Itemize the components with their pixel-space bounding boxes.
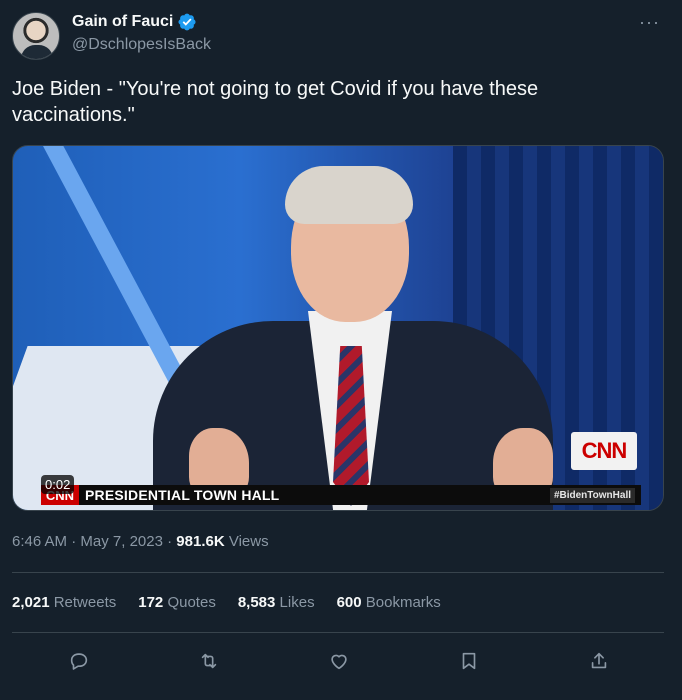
divider bbox=[12, 632, 664, 633]
stat-count: 2,021 bbox=[12, 594, 50, 611]
avatar[interactable] bbox=[12, 12, 60, 60]
share-icon[interactable] bbox=[586, 648, 612, 674]
stat-label: Likes bbox=[279, 594, 315, 611]
stat-count: 600 bbox=[336, 594, 362, 611]
video-player[interactable]: CNN CNN PRESIDENTIAL TOWN HALL #BidenTow… bbox=[12, 145, 664, 511]
video-timer: 0:02 bbox=[41, 475, 75, 494]
lower-third-hashtag: #BidenTownHall bbox=[549, 487, 635, 503]
like-icon[interactable] bbox=[326, 648, 352, 674]
action-bar bbox=[12, 648, 664, 674]
stat-retweets[interactable]: 2,021 Retweets bbox=[12, 594, 116, 611]
stat-count: 8,583 bbox=[237, 594, 276, 611]
tweet-text: Joe Biden - "You're not going to get Cov… bbox=[12, 78, 539, 126]
meta-separator: · bbox=[71, 533, 77, 550]
author-handle[interactable]: @DschlopesIsBack bbox=[72, 36, 211, 54]
cnn-corner-logo: CNN bbox=[571, 432, 637, 470]
author-name-row: Gain of Fauci bbox=[72, 12, 197, 32]
retweet-icon[interactable] bbox=[196, 648, 222, 674]
stat-likes[interactable]: 8,583 Likes bbox=[238, 594, 315, 611]
stat-label: Retweets bbox=[53, 594, 117, 611]
tweet-time[interactable]: 6:46 AM bbox=[12, 533, 67, 550]
meta-separator: · bbox=[167, 533, 173, 550]
display-name[interactable]: Gain of Fauci bbox=[72, 13, 173, 31]
tweet-date[interactable]: May 7, 2023 bbox=[80, 533, 163, 550]
verified-badge-icon bbox=[177, 12, 197, 32]
bookmark-icon[interactable] bbox=[456, 648, 482, 674]
views-count[interactable]: 981.6K bbox=[176, 533, 224, 550]
speaker-hair bbox=[285, 166, 413, 224]
tweet-meta: 6:46 AM · May 7, 2023 · 981.6K Views bbox=[12, 533, 269, 550]
stat-label: Quotes bbox=[167, 594, 216, 611]
stat-bookmarks[interactable]: 600 Bookmarks bbox=[337, 594, 441, 611]
avatar-figure bbox=[21, 45, 53, 59]
more-options-icon[interactable]: ··· bbox=[639, 12, 660, 33]
reply-icon[interactable] bbox=[66, 648, 92, 674]
divider bbox=[12, 572, 664, 573]
engagement-stats: 2,021 Retweets 172 Quotes 8,583 Likes 60… bbox=[12, 594, 441, 611]
stat-count: 172 bbox=[138, 594, 164, 611]
stat-quotes[interactable]: 172 Quotes bbox=[138, 594, 216, 611]
lower-third-banner: CNN PRESIDENTIAL TOWN HALL #BidenTownHal… bbox=[41, 485, 641, 505]
lower-third-title: PRESIDENTIAL TOWN HALL bbox=[85, 487, 280, 503]
stat-label: Bookmarks bbox=[365, 594, 441, 611]
views-label: Views bbox=[228, 533, 269, 550]
